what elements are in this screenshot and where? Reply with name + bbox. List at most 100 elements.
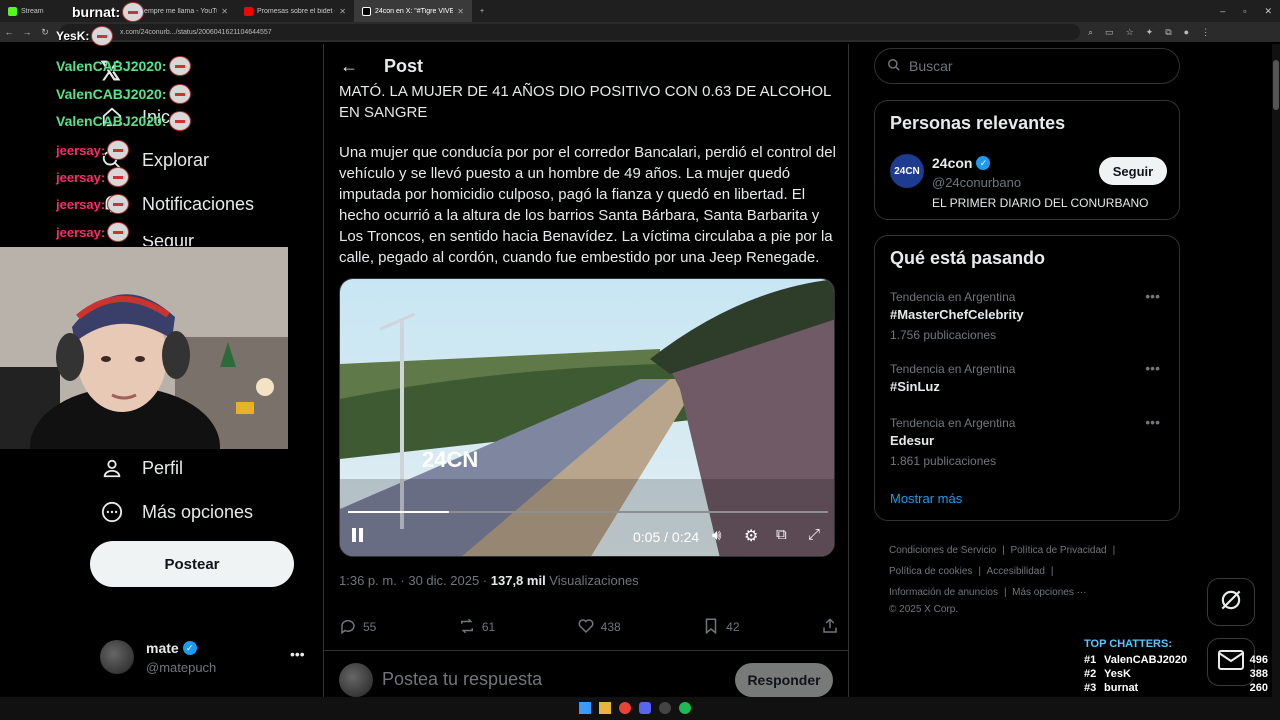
close-icon[interactable]: ✕ — [457, 7, 464, 16]
picture-in-picture-icon[interactable]: ⧉ — [776, 526, 787, 543]
settings-gear-icon[interactable]: ⚙ — [744, 526, 758, 546]
pause-icon[interactable] — [352, 528, 368, 544]
maximize-icon[interactable]: ▫ — [1243, 6, 1246, 16]
chat-line: ValenCABJ2020: — [56, 111, 191, 131]
reply-input[interactable]: Postea tu respuesta — [382, 669, 542, 690]
chat-username: ValenCABJ2020: — [56, 86, 167, 102]
sidebar-item-profile[interactable]: Perfil — [100, 456, 183, 480]
more-circle-icon — [100, 500, 124, 524]
back-icon[interactable]: ← — [0, 27, 18, 37]
tweet-headline-text: MATÓ. LA MUJER DE 41 AÑOS DIO POSITIVO C… — [339, 83, 831, 121]
extension-icon[interactable]: ✦ — [1146, 27, 1154, 38]
repost-button[interactable]: 61 — [458, 617, 495, 638]
new-tab-button[interactable]: + — [472, 0, 496, 22]
emote-icon — [91, 26, 114, 46]
profile-name[interactable]: 24con — [932, 155, 972, 171]
webcam-feed — [0, 247, 288, 449]
footer-link[interactable]: Política de Privacidad — [1010, 545, 1106, 556]
chat-line: jeersay: — [56, 140, 130, 160]
more-dots-icon[interactable]: ••• — [290, 646, 305, 662]
more-dots-icon[interactable]: ••• — [1145, 360, 1160, 376]
url-bar[interactable]: x.com/24conurb.../status/200604162110464… — [60, 24, 1080, 40]
footer-link[interactable]: Política de cookies — [889, 566, 972, 577]
chat-line: ValenCABJ2020: — [56, 84, 191, 104]
chrome-icon[interactable] — [619, 702, 631, 714]
footer-link[interactable]: Información de anuncios — [889, 587, 998, 598]
cast-icon[interactable]: ▭ — [1105, 27, 1114, 38]
footer-link[interactable]: Más opciones ··· — [1012, 587, 1086, 598]
trend-name: #SinLuz — [890, 379, 940, 394]
scrollbar[interactable] — [1272, 44, 1280, 697]
fullscreen-icon[interactable]: ⤢ — [808, 526, 820, 543]
chatter-row: #1 ValenCABJ2020 496 — [1078, 654, 1274, 666]
account-switcher[interactable]: mate ✓ @matepuch ••• — [100, 638, 310, 678]
trend-item[interactable]: Tendencia en Argentina #MasterChefCelebr… — [890, 288, 1166, 342]
close-icon[interactable]: ✕ — [221, 7, 228, 16]
chat-line: jeersay: — [56, 222, 130, 242]
volume-icon[interactable]: 🔊︎ — [712, 527, 721, 544]
chat-username: ValenCABJ2020: — [56, 113, 167, 129]
reload-icon[interactable]: ↻ — [36, 27, 54, 38]
bookmark-button[interactable]: 42 — [702, 617, 740, 638]
video-player[interactable]: 24CN 0:05 / 0:24 🔊︎ ⚙ ⧉ ⤢ — [339, 278, 835, 557]
trend-item[interactable]: Tendencia en Argentina #SinLuz ••• — [890, 360, 1166, 394]
taskbar — [0, 697, 1280, 720]
browser-tab-bar: Stream siempre me llama - YouTube ✕ Prom… — [0, 0, 1280, 22]
trend-context: Tendencia en Argentina — [890, 362, 1016, 376]
windows-start-icon[interactable] — [579, 702, 591, 714]
show-more-link[interactable]: Mostrar más — [890, 491, 962, 506]
verified-icon: ✓ — [182, 641, 197, 655]
more-dots-icon[interactable]: ••• — [1145, 288, 1160, 304]
reply-button[interactable]: Responder — [735, 663, 833, 697]
share-button[interactable] — [821, 617, 839, 638]
window-controls: – ▫ ✕ — [1220, 0, 1272, 22]
trend-item[interactable]: Tendencia en Argentina Edesur 1.861 publ… — [890, 414, 1166, 468]
tab-title: 24con en X: "#Tigre VIVE EN M — [375, 7, 454, 15]
chat-line: YesK: — [56, 26, 114, 46]
verified-icon: ✓ — [976, 156, 991, 170]
grok-button[interactable] — [1207, 578, 1255, 626]
emote-icon — [168, 84, 191, 104]
video-progress-bar[interactable] — [348, 511, 449, 513]
top-chatters-title: TOP CHATTERS: — [1084, 638, 1173, 650]
follow-button[interactable]: Seguir — [1099, 157, 1167, 185]
card-title: Qué está pasando — [890, 248, 1046, 268]
profile-icon[interactable]: ● — [1184, 27, 1189, 38]
post-button[interactable]: Postear — [90, 541, 294, 587]
chatter-count: 260 — [1249, 682, 1268, 694]
more-dots-icon[interactable]: ••• — [1145, 414, 1160, 430]
browser-tab[interactable]: Promesas sobre el bidet (fu ✕ — [236, 0, 354, 22]
top-chatters-overlay: TOP CHATTERS: #1 ValenCABJ2020 496 #2 Ye… — [1078, 638, 1274, 694]
bookmark-count: 42 — [726, 620, 740, 634]
tweet-meta: 1:36 p. m. · 30 dic. 2025 · 137,8 mil Vi… — [339, 573, 639, 588]
tweet-actions: 55 61 438 42 — [339, 616, 839, 638]
reply-button[interactable]: 55 — [339, 617, 376, 638]
card-title: Personas relevantes — [890, 113, 1066, 133]
spotify-icon[interactable] — [679, 702, 691, 714]
discord-icon[interactable] — [639, 702, 651, 714]
tweet-timestamp[interactable]: 1:36 p. m. · 30 dic. 2025 · — [339, 573, 491, 588]
file-explorer-icon[interactable] — [599, 702, 611, 714]
obs-icon[interactable] — [659, 702, 671, 714]
copyright: © 2025 X Corp. — [889, 604, 959, 615]
footer-link[interactable]: Accesibilidad — [987, 566, 1045, 577]
extension-icons: ⌕ ▭ ☆ ✦ ⧉ ● ⋮ — [1088, 27, 1210, 38]
close-window-icon[interactable]: ✕ — [1264, 6, 1272, 17]
forward-icon[interactable]: → — [18, 27, 36, 37]
like-button[interactable]: 438 — [577, 617, 621, 638]
back-arrow-icon[interactable]: ← — [340, 56, 358, 77]
search-input[interactable]: Buscar — [874, 48, 1180, 84]
menu-icon[interactable]: ⋮ — [1201, 27, 1210, 38]
close-icon[interactable]: ✕ — [339, 7, 346, 16]
browser-tab-active[interactable]: 24con en X: "#Tigre VIVE EN M ✕ — [354, 0, 472, 22]
puzzle-icon[interactable]: ⧉ — [1165, 27, 1171, 38]
sidebar-item-more[interactable]: Más opciones — [100, 500, 253, 524]
sidebar-item-label: Explorar — [142, 149, 210, 170]
avatar[interactable]: 24CN — [890, 154, 924, 188]
footer-link[interactable]: Condiciones de Servicio — [889, 545, 996, 556]
minimize-icon[interactable]: – — [1220, 6, 1225, 16]
chat-line: burnat: — [72, 2, 145, 22]
zoom-icon[interactable]: ⌕ — [1088, 27, 1093, 38]
star-icon[interactable]: ☆ — [1126, 27, 1134, 38]
scrollbar-thumb[interactable] — [1273, 60, 1279, 110]
